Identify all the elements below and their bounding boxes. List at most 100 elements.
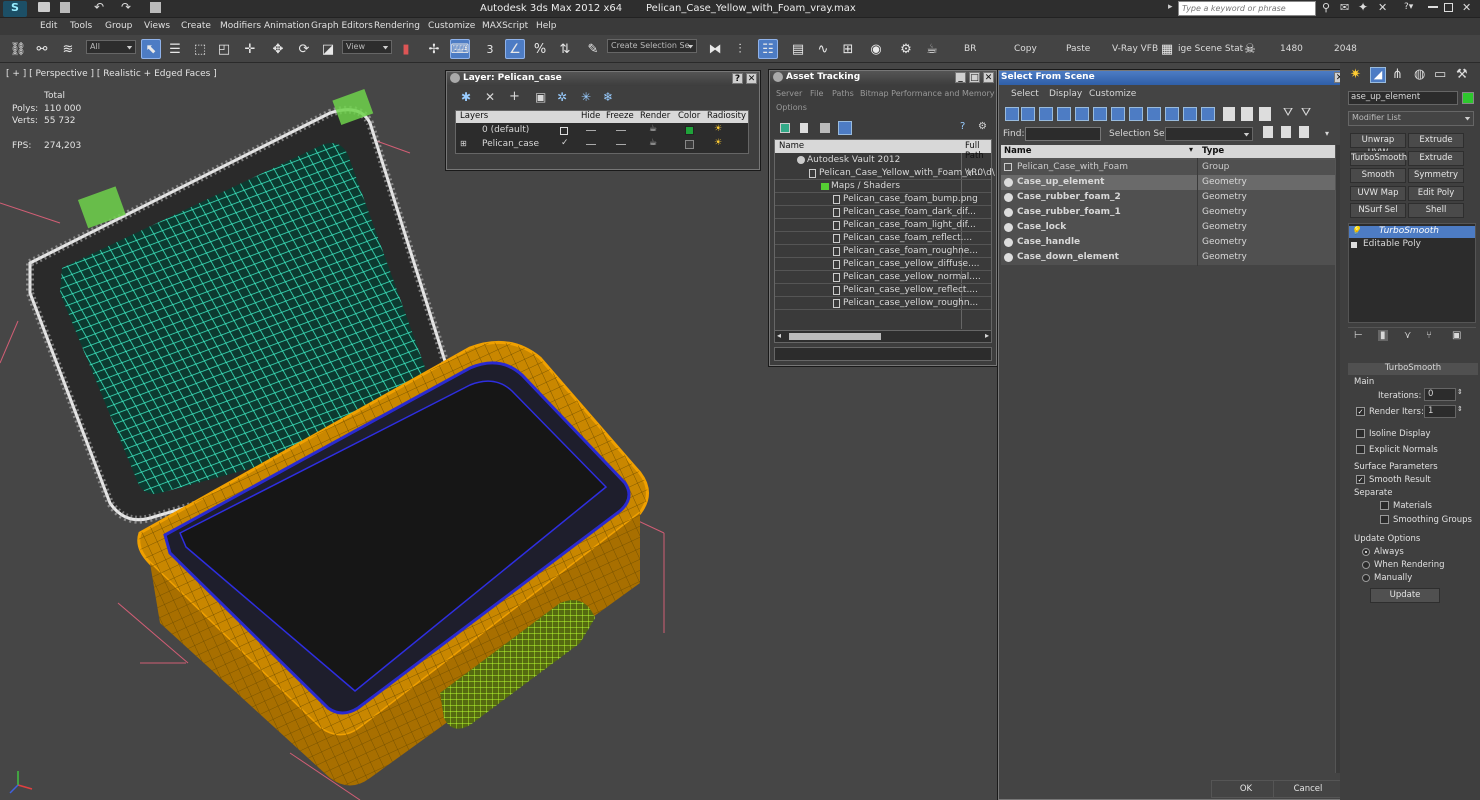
asset-row-vault[interactable]: Autodesk Vault 2012 bbox=[775, 154, 991, 167]
table-view-icon[interactable] bbox=[838, 121, 852, 135]
object-name-field[interactable]: ase_up_element bbox=[1348, 91, 1458, 105]
light-bulb-icon[interactable]: 💡 bbox=[1351, 226, 1361, 235]
filter-geometry-icon[interactable] bbox=[1005, 107, 1019, 121]
menu-tools[interactable]: Tools bbox=[70, 21, 92, 31]
filter-helpers-icon[interactable] bbox=[1075, 107, 1089, 121]
menu-modifiers[interactable]: Modifiers bbox=[220, 21, 261, 31]
always-radio[interactable] bbox=[1362, 548, 1370, 556]
menu-group[interactable]: Group bbox=[105, 21, 132, 31]
delete-layer-icon[interactable]: ✕ bbox=[485, 90, 495, 104]
filter-cameras-icon[interactable] bbox=[1057, 107, 1071, 121]
layer-expand-icon[interactable]: ⊞ bbox=[460, 139, 467, 148]
search-input[interactable] bbox=[1178, 1, 1316, 16]
select-none-icon[interactable] bbox=[1241, 107, 1253, 121]
star-icon[interactable]: ✦ bbox=[1358, 0, 1368, 14]
ok-button[interactable]: OK bbox=[1211, 780, 1281, 798]
sort-icon[interactable]: ▾ bbox=[1189, 145, 1193, 154]
when-rendering-radio[interactable] bbox=[1362, 561, 1370, 569]
object-color-swatch[interactable] bbox=[1462, 92, 1474, 104]
close-button[interactable]: ✕ bbox=[1462, 1, 1471, 14]
asset-item-row[interactable]: Pelican_case_yellow_normal.... bbox=[775, 271, 991, 284]
material-editor-icon[interactable]: ◉ bbox=[866, 39, 886, 59]
select-rotate-icon[interactable]: ✥ bbox=[268, 39, 288, 59]
render-setup-icon[interactable]: ⚙ bbox=[896, 39, 916, 59]
help-icon[interactable]: ?▾ bbox=[1404, 2, 1413, 12]
check-icon[interactable]: ✓ bbox=[561, 138, 569, 148]
toolbar-1480[interactable]: 1480 bbox=[1280, 44, 1303, 54]
bind-space-warp-icon[interactable]: ≋ bbox=[58, 39, 78, 59]
binoculars-icon[interactable]: ⚲ bbox=[1322, 1, 1330, 14]
filter-spacewarps-icon[interactable] bbox=[1093, 107, 1107, 121]
select-panel-titlebar[interactable]: Select From Scene ✕ bbox=[999, 71, 1347, 85]
selection-filter-dropdown[interactable]: All bbox=[86, 40, 136, 54]
spinner-arrows-icon[interactable]: ⇕ bbox=[1457, 388, 1463, 396]
uniform-scale-icon[interactable]: ◪ bbox=[318, 39, 338, 59]
asset-item-row[interactable]: Pelican_case_yellow_roughn... bbox=[775, 297, 991, 310]
filter-xrefs-icon[interactable] bbox=[1129, 107, 1143, 121]
menu-customize[interactable]: Customize bbox=[428, 21, 475, 31]
col-name[interactable]: Name bbox=[779, 141, 804, 151]
col-freeze[interactable]: Freeze bbox=[606, 111, 634, 121]
save-icon[interactable] bbox=[60, 2, 70, 13]
reference-coord-dropdown[interactable]: View bbox=[342, 40, 392, 54]
modify-tab-icon[interactable]: ◢ bbox=[1370, 67, 1386, 83]
layer-panel-help-button[interactable]: ? bbox=[732, 73, 743, 84]
scene-row[interactable]: Case_lock Geometry bbox=[1001, 220, 1335, 235]
filter-funnel-icon[interactable]: ⛛ bbox=[1283, 105, 1293, 120]
scene-row[interactable]: Case_up_element Geometry bbox=[1001, 175, 1335, 190]
open-icon[interactable] bbox=[38, 2, 50, 12]
hierarchy-tab-icon[interactable]: ⋔ bbox=[1392, 67, 1403, 82]
select-tab-display[interactable]: Display bbox=[1049, 89, 1082, 99]
asset-menu-paths[interactable]: Paths bbox=[832, 89, 854, 98]
extrude-button-2[interactable]: Extrude bbox=[1408, 151, 1464, 166]
refresh-icon[interactable] bbox=[780, 123, 790, 133]
smoothing-groups-checkbox[interactable] bbox=[1380, 515, 1389, 524]
filter-containers-icon[interactable] bbox=[1165, 107, 1179, 121]
asset-item-row[interactable]: Pelican_case_foam_reflect.... bbox=[775, 232, 991, 245]
smooth-button[interactable]: Smooth bbox=[1350, 168, 1406, 183]
uvw-map-button[interactable]: UVW Map bbox=[1350, 186, 1406, 201]
undo-icon[interactable]: ↶ bbox=[94, 0, 104, 14]
layer-panel-titlebar[interactable]: Layer: Pelican_case ? ✕ bbox=[447, 72, 759, 86]
select-dependents-icon[interactable] bbox=[1281, 126, 1291, 138]
menu-maxscript[interactable]: MAXScript bbox=[482, 21, 528, 31]
shell-button[interactable]: Shell bbox=[1408, 203, 1464, 218]
settings-icon[interactable]: ⚙ bbox=[978, 121, 987, 132]
col-name[interactable]: Name bbox=[1004, 146, 1031, 156]
scene-row[interactable]: Case_handle Geometry bbox=[1001, 235, 1335, 250]
asset-item-row[interactable]: Pelican_case_foam_light_dif... bbox=[775, 219, 991, 232]
menu-animation[interactable]: Animation bbox=[264, 21, 310, 31]
layer-row[interactable]: ⊞ Pelican_case ✓ ☕ ☀ bbox=[456, 138, 748, 151]
minimize-button[interactable] bbox=[1428, 6, 1438, 8]
spinner-arrows-icon[interactable]: ⇕ bbox=[1457, 405, 1463, 413]
toolbar-br[interactable]: BR bbox=[964, 44, 976, 54]
named-selection-set-dropdown[interactable]: Create Selection Se bbox=[607, 39, 697, 53]
col-render[interactable]: Render bbox=[640, 111, 670, 121]
render-teapot-icon[interactable]: ☕ bbox=[649, 138, 657, 148]
close-x-icon[interactable]: ✕ bbox=[1378, 1, 1387, 14]
menu-graph-editors[interactable]: Graph Editors bbox=[311, 21, 373, 31]
unwrap-uvw-button[interactable]: Unwrap UVW bbox=[1350, 133, 1406, 158]
show-end-result-icon[interactable]: ▮ bbox=[1378, 330, 1388, 341]
more-icon[interactable]: ▾ bbox=[1325, 129, 1329, 138]
turbosmooth-rollout-header[interactable]: TurboSmooth bbox=[1348, 363, 1478, 375]
render-teapot-icon[interactable]: ☕ bbox=[922, 39, 942, 59]
col-hide[interactable]: Hide bbox=[581, 111, 600, 121]
toolbar-vray-vfb[interactable]: V-Ray VFB bbox=[1112, 44, 1158, 54]
asset-item-row[interactable]: Pelican_case_foam_roughne... bbox=[775, 245, 991, 258]
select-influences-icon[interactable] bbox=[1299, 126, 1309, 138]
remove-modifier-icon[interactable]: ⑂ bbox=[1426, 330, 1432, 341]
layer-manager-icon[interactable]: ☷ bbox=[758, 39, 778, 59]
freeze-dash[interactable] bbox=[616, 144, 626, 145]
asset-menu-bitmap[interactable]: Bitmap Performance and Memory bbox=[860, 89, 995, 98]
mirror-icon[interactable]: ⧓ bbox=[705, 39, 725, 59]
select-in-layer-icon[interactable]: ▣ bbox=[535, 90, 546, 104]
menu-edit[interactable]: Edit bbox=[40, 21, 57, 31]
redo-icon[interactable]: ↷ bbox=[121, 0, 131, 14]
menu-views[interactable]: Views bbox=[144, 21, 170, 31]
edit-named-selection-icon[interactable]: ✎ bbox=[583, 39, 603, 59]
asset-menu-server[interactable]: Server bbox=[776, 89, 802, 98]
scene-row[interactable]: Pelican_Case_with_Foam Group bbox=[1001, 160, 1335, 175]
col-type[interactable]: Type bbox=[1202, 146, 1224, 156]
select-children-icon[interactable] bbox=[1263, 126, 1273, 138]
